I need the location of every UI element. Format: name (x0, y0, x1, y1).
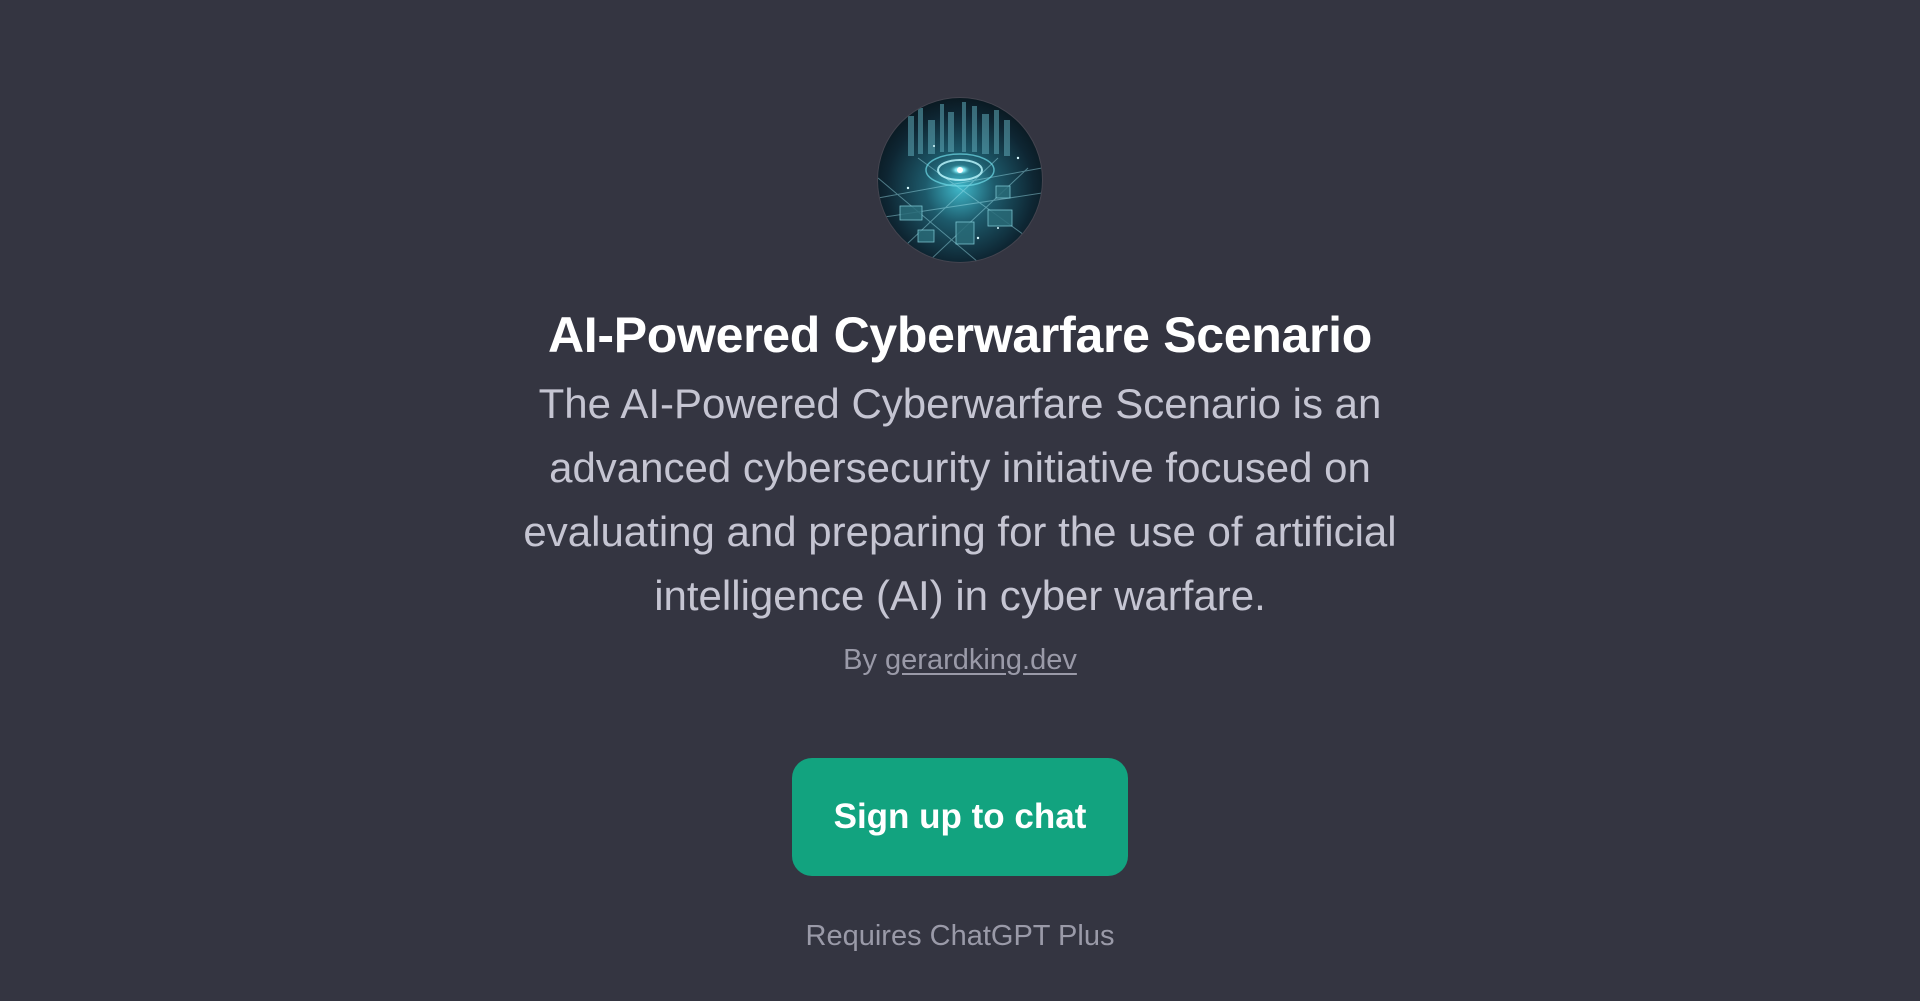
cyber-city-circuit-icon (878, 98, 1042, 262)
author-byline: By gerardking.dev (843, 640, 1077, 680)
gpt-avatar (878, 98, 1042, 262)
gpt-description: The AI-Powered Cyberwarfare Scenario is … (523, 380, 1397, 619)
author-link[interactable]: gerardking.dev (885, 644, 1077, 676)
gpt-landing-page: AI-Powered Cyberwarfare Scenario The AI-… (0, 0, 1920, 1001)
gpt-title: AI-Powered Cyberwarfare Scenario (547, 307, 1373, 363)
requires-plus-note: Requires ChatGPT Plus (805, 920, 1115, 952)
sign-up-to-chat-button[interactable]: Sign up to chat (792, 758, 1128, 876)
byline-prefix: By (843, 644, 877, 676)
